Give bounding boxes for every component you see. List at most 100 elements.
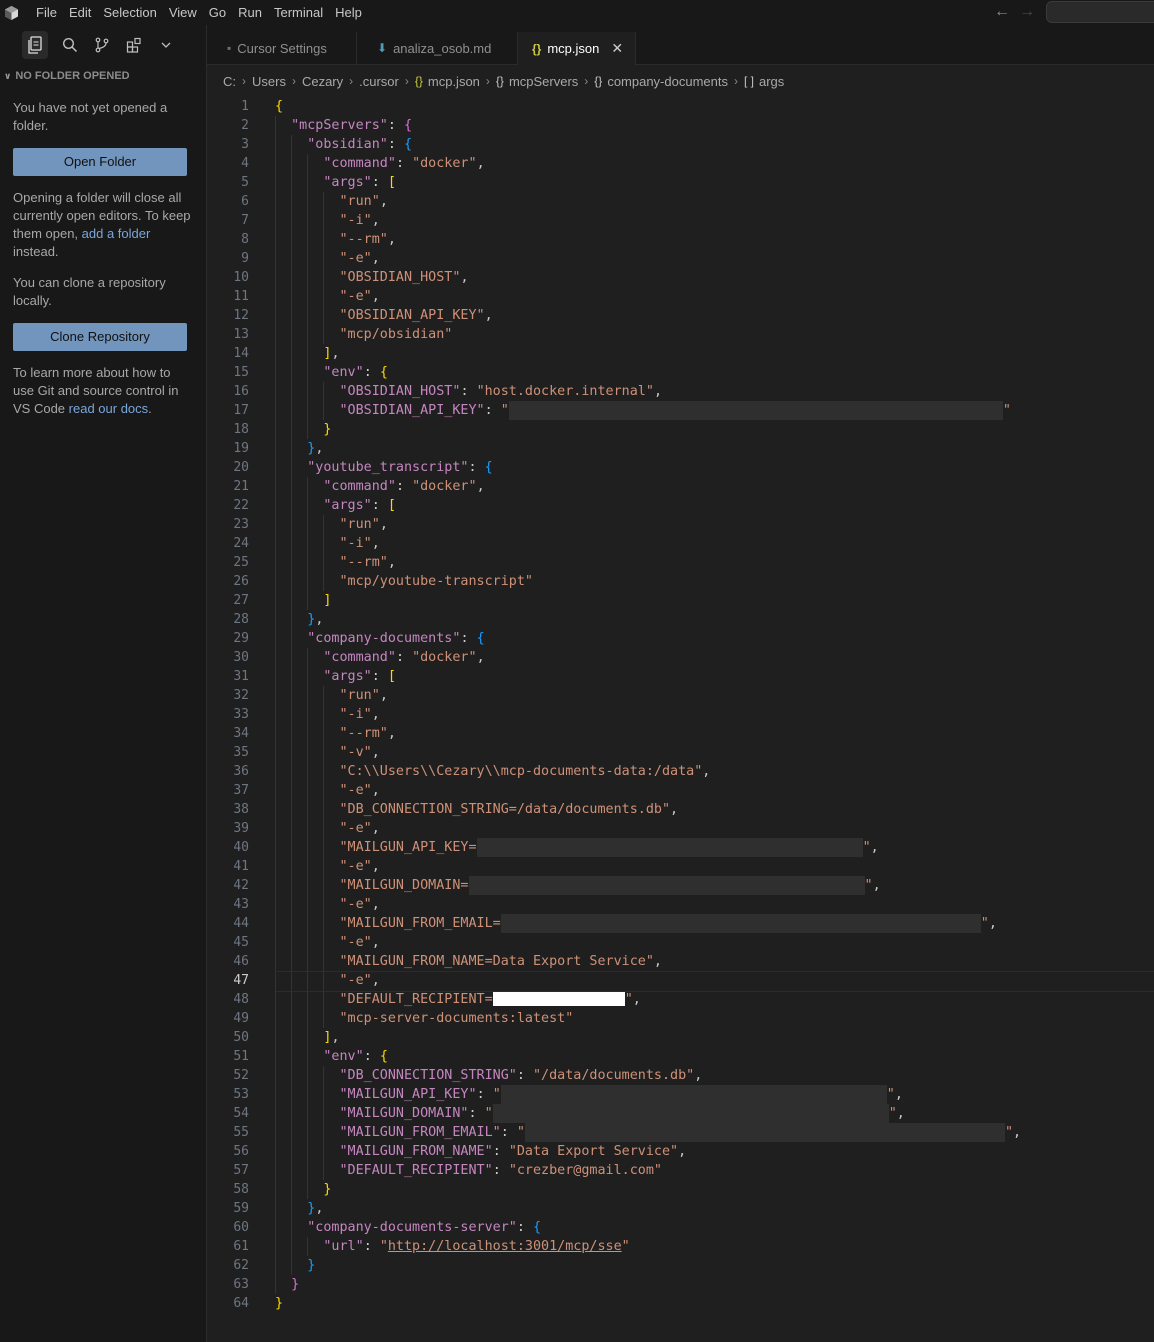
extensions-icon[interactable] — [118, 31, 150, 59]
code-text: "C:\\Users\\Cezary\\mcp-documents-data:/… — [339, 764, 711, 779]
code-text: "--rm", — [339, 555, 396, 570]
code-editor[interactable]: 1{ 2 "mcpServers": { 3 "obsidian": { 4 "… — [207, 97, 1154, 1342]
indent-guide — [275, 819, 276, 838]
indent-guide — [275, 952, 276, 971]
line-number: 25 — [233, 555, 249, 570]
indent-guide — [291, 1066, 293, 1085]
menu-file[interactable]: File — [30, 0, 63, 25]
indent-guide — [275, 1161, 276, 1180]
code-line: 4 "command": "docker", — [207, 154, 1154, 173]
indent-guide — [291, 1123, 293, 1142]
code-line: 42 "MAILGUN_DOMAIN= ", — [207, 876, 1154, 895]
json-icon: {} — [414, 74, 423, 88]
breadcrumb-item[interactable]: C: — [223, 74, 236, 89]
breadcrumb-item[interactable]: Cezary — [302, 74, 343, 89]
indent-guide — [323, 1142, 325, 1161]
code-line: 51 "env": { — [207, 1047, 1154, 1066]
menu-help[interactable]: Help — [329, 0, 368, 25]
close-icon[interactable]: ✕ — [611, 40, 623, 57]
indent-guide — [307, 192, 309, 211]
code-line: 27 ] — [207, 591, 1154, 610]
indent-guide — [323, 781, 325, 800]
indent-guide — [307, 1142, 309, 1161]
indent-guide — [275, 629, 276, 648]
indent-guide — [291, 971, 293, 990]
indent-guide — [291, 363, 293, 382]
code-text: "OBSIDIAN_HOST": "host.docker.internal", — [339, 384, 663, 399]
indent-guide — [275, 857, 276, 876]
code-text: "DEFAULT_RECIPIENT= ", — [339, 992, 641, 1007]
code-line: 56 "MAILGUN_FROM_NAME": "Data Export Ser… — [207, 1142, 1154, 1161]
indent-guide — [291, 686, 293, 705]
arrow-left-icon[interactable]: ← — [994, 3, 1010, 21]
indent-guide — [275, 344, 276, 363]
code-line: 63 } — [207, 1275, 1154, 1294]
indent-guide — [291, 724, 293, 743]
breadcrumb-item[interactable]: args — [759, 74, 784, 89]
indent-guide — [307, 363, 309, 382]
indent-guide — [275, 610, 276, 629]
code-text: "DEFAULT_RECIPIENT": "crezber@gmail.com" — [339, 1163, 663, 1178]
code-line: 37 "-e", — [207, 781, 1154, 800]
tab-analiza-osob[interactable]: ⬇ analiza_osob.md — [357, 32, 518, 64]
indent-guide — [291, 534, 293, 553]
tab-cursor-settings[interactable]: ▪ Cursor Settings — [207, 32, 357, 64]
line-number: 3 — [241, 137, 249, 152]
code-text: "args": [ — [323, 669, 396, 684]
indent-guide — [291, 895, 293, 914]
indent-guide — [307, 268, 309, 287]
breadcrumb-item[interactable]: mcp.json — [428, 74, 480, 89]
code-line: 30 "command": "docker", — [207, 648, 1154, 667]
indent-guide — [275, 230, 276, 249]
add-folder-link[interactable]: add a folder — [82, 226, 151, 241]
indent-guide — [307, 876, 309, 895]
menu-edit[interactable]: Edit — [63, 0, 97, 25]
code-line: 28 }, — [207, 610, 1154, 629]
clone-message: You can clone a repository locally. — [13, 275, 166, 308]
chevron-right-icon: › — [349, 74, 354, 88]
menu-go[interactable]: Go — [203, 0, 232, 25]
indent-guide — [275, 705, 276, 724]
menu-terminal[interactable]: Terminal — [268, 0, 329, 25]
code-text: "DB_CONNECTION_STRING": "/data/documents… — [339, 1068, 703, 1083]
explorer-icon[interactable] — [22, 31, 48, 59]
indent-guide — [307, 325, 309, 344]
url-link[interactable]: http://localhost:3001/mcp/sse — [388, 1239, 622, 1254]
indent-guide — [291, 819, 293, 838]
code-text: { — [275, 99, 284, 114]
command-center-search[interactable] — [1046, 1, 1154, 23]
explorer-section-header[interactable]: ∨ NO FOLDER OPENED — [0, 65, 206, 87]
indent-guide — [275, 1066, 276, 1085]
breadcrumb-item[interactable]: mcpServers — [509, 74, 578, 89]
open-folder-button[interactable]: Open Folder — [13, 148, 187, 176]
source-control-icon[interactable] — [86, 31, 118, 59]
indent-guide — [291, 420, 293, 439]
line-number: 18 — [233, 422, 249, 437]
line-number: 46 — [233, 954, 249, 969]
arrow-right-icon[interactable]: → — [1019, 3, 1035, 21]
json-icon: {} — [532, 41, 542, 56]
line-number: 37 — [233, 783, 249, 798]
indent-guide — [275, 420, 276, 439]
menu-run[interactable]: Run — [232, 0, 268, 25]
search-icon[interactable] — [54, 31, 86, 59]
breadcrumb-item[interactable]: Users — [252, 74, 286, 89]
chevron-down-icon[interactable] — [150, 31, 182, 59]
breadcrumb-item[interactable]: .cursor — [359, 74, 399, 89]
indent-guide — [291, 515, 293, 534]
tab-mcp-json[interactable]: {} mcp.json ✕ — [518, 32, 636, 65]
indent-guide — [307, 1180, 309, 1199]
indent-guide — [291, 325, 293, 344]
indent-guide — [275, 667, 276, 686]
read-docs-link[interactable]: read our docs — [69, 401, 149, 416]
code-text: } — [323, 422, 332, 437]
indent-guide — [291, 1218, 293, 1237]
clone-repository-button[interactable]: Clone Repository — [13, 323, 187, 351]
indent-guide — [291, 1047, 293, 1066]
code-line: 25 "--rm", — [207, 553, 1154, 572]
breadcrumb-item[interactable]: company-documents — [607, 74, 728, 89]
menu-selection[interactable]: Selection — [97, 0, 162, 25]
line-number: 48 — [233, 992, 249, 1007]
menu-view[interactable]: View — [163, 0, 203, 25]
code-text: "MAILGUN_API_KEY= ", — [339, 838, 879, 857]
